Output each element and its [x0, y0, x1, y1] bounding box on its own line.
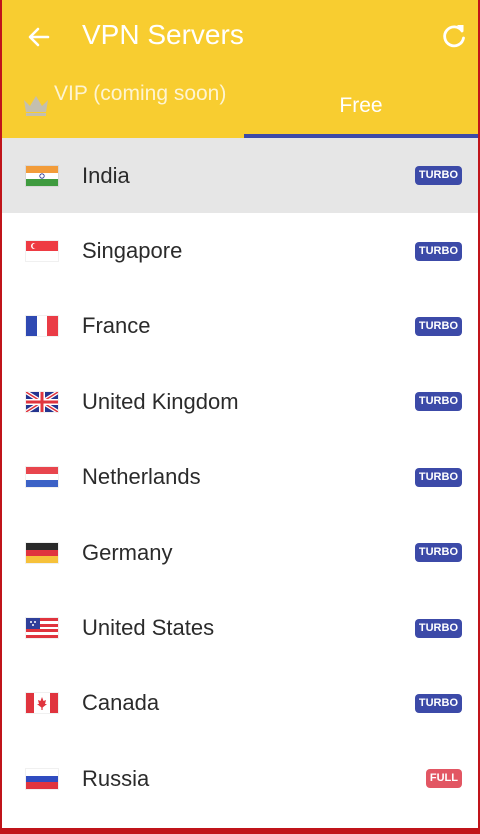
tab-free[interactable]: Free: [244, 72, 478, 138]
server-row-india[interactable]: India TURBO: [2, 138, 478, 214]
server-name: Singapore: [82, 238, 183, 264]
server-row-netherlands[interactable]: Netherlands TURBO: [2, 440, 478, 515]
tab-vip[interactable]: VIP (coming soon): [2, 72, 244, 138]
back-button[interactable]: [24, 22, 54, 52]
refresh-icon: [443, 25, 465, 48]
server-row-france[interactable]: France TURBO: [2, 289, 478, 364]
turbo-badge: TURBO: [414, 618, 462, 638]
server-row-united-kingdom[interactable]: United Kingdom TURBO: [2, 364, 478, 439]
russia-flag-icon: [26, 768, 58, 789]
server-row-united-states[interactable]: United States TURBO: [2, 590, 478, 665]
server-list: India TURBO Singapore TURBO France TURBO…: [2, 138, 478, 817]
app-window: VPN Servers VIP (coming soon) Free India…: [2, 0, 478, 828]
us-flag-icon: [26, 618, 58, 639]
turbo-badge: TURBO: [414, 392, 462, 412]
server-name: France: [82, 313, 151, 339]
server-name: Germany: [82, 539, 173, 565]
page-title: VPN Servers: [82, 19, 244, 50]
turbo-badge: TURBO: [414, 543, 462, 563]
server-name: Russia: [82, 765, 150, 791]
tab-free-label: Free: [339, 94, 383, 117]
uk-flag-icon: [26, 391, 58, 412]
turbo-badge: TURBO: [414, 241, 462, 261]
server-name: United Kingdom: [82, 388, 239, 414]
server-name: India: [82, 162, 130, 188]
server-name: Canada: [82, 690, 160, 716]
turbo-badge: TURBO: [414, 693, 462, 713]
turbo-badge: TURBO: [414, 467, 462, 487]
refresh-button[interactable]: [440, 22, 468, 50]
full-badge: FULL: [425, 769, 462, 789]
server-row-singapore[interactable]: Singapore TURBO: [2, 213, 478, 288]
tab-vip-label: VIP (coming soon): [54, 82, 227, 105]
india-flag-icon: [26, 165, 58, 186]
singapore-flag-icon: [26, 241, 58, 262]
turbo-badge: TURBO: [414, 166, 462, 186]
server-row-germany[interactable]: Germany TURBO: [2, 515, 478, 590]
crown-icon: [24, 96, 48, 116]
turbo-badge: TURBO: [414, 316, 462, 336]
tab-bar: VIP (coming soon) Free: [2, 72, 478, 138]
server-row-russia[interactable]: Russia FULL: [2, 741, 478, 816]
app-bar: VPN Servers: [2, 0, 478, 72]
france-flag-icon: [26, 316, 58, 337]
canada-flag-icon: [26, 693, 58, 714]
netherlands-flag-icon: [26, 467, 58, 488]
germany-flag-icon: [26, 542, 58, 563]
server-row-canada[interactable]: Canada TURBO: [2, 666, 478, 741]
server-name: Netherlands: [82, 464, 201, 490]
server-name: United States: [82, 615, 215, 641]
arrow-left-icon: [28, 27, 50, 47]
